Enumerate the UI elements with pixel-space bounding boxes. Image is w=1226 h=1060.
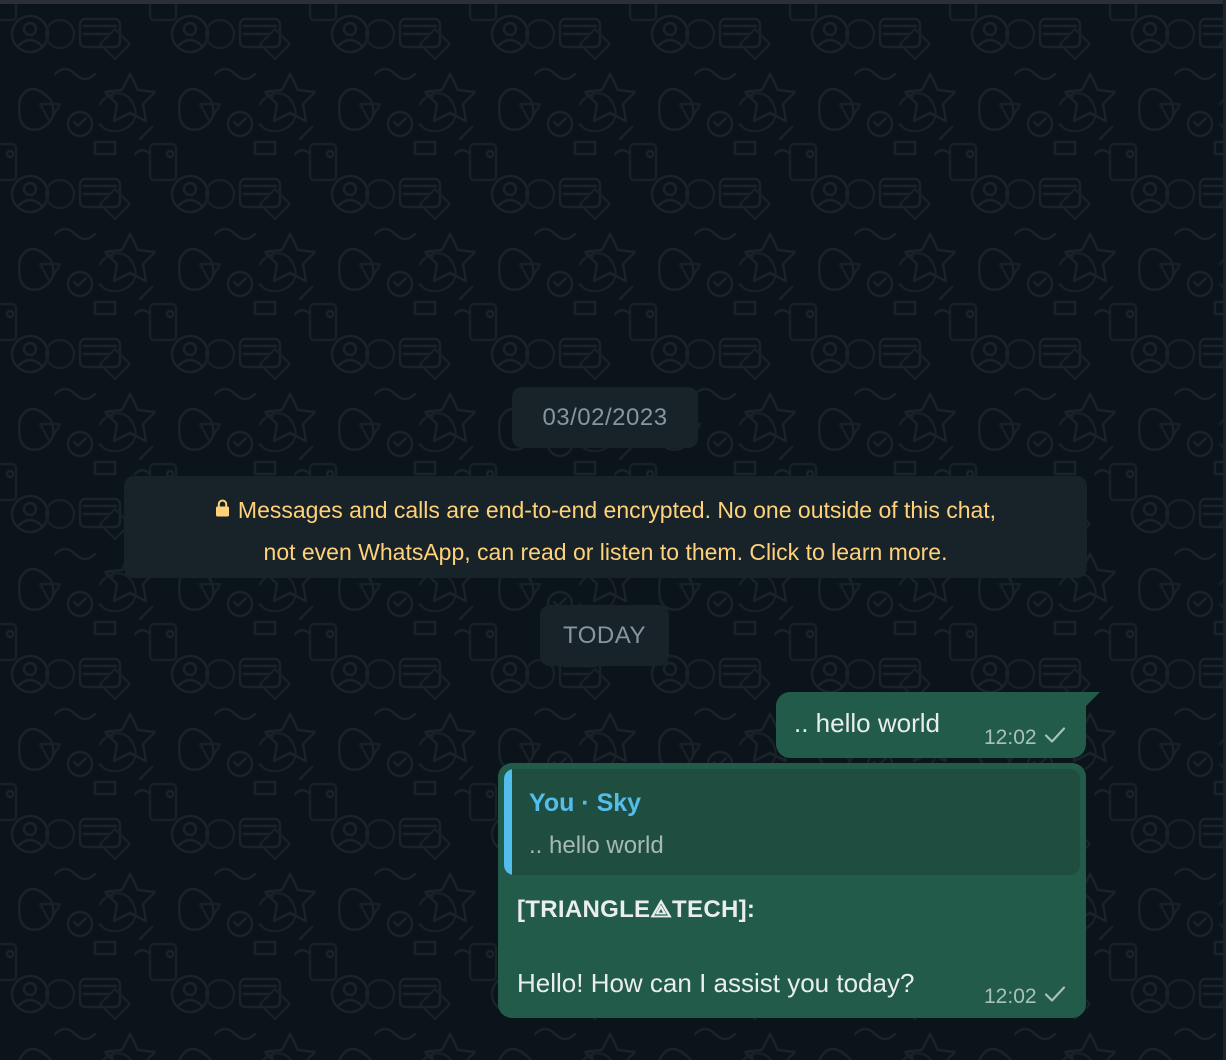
bot-tag: [TRIANGLE⟁TECH]:: [517, 896, 756, 923]
encryption-notice-line2: not even WhatsApp, can read or listen to…: [263, 539, 948, 565]
encryption-notice-line1: Messages and calls are end-to-end encryp…: [237, 497, 997, 523]
quote-author: You · Sky: [529, 789, 642, 817]
date-separator: 03/02/2023: [512, 387, 698, 448]
outgoing-message[interactable]: .. hello world 12:02: [776, 692, 1086, 758]
chat-panel: 03/02/2023 Messages and calls are end-to…: [0, 0, 1226, 1060]
message-text: Hello! How can I assist you today?: [517, 968, 915, 998]
bubble-tail: [1084, 692, 1100, 708]
message-meta: 12:02: [984, 985, 1067, 1009]
date-separator-today: TODAY: [540, 605, 669, 666]
message-time: 12:02: [984, 726, 1037, 749]
lock-icon: [215, 488, 230, 530]
quote-accent-bar: [504, 769, 512, 875]
single-check-icon: [1043, 726, 1067, 750]
message-text: .. hello world: [794, 708, 940, 738]
quote-text: .. hello world: [529, 832, 664, 859]
message-time: 12:02: [984, 985, 1037, 1008]
quoted-message[interactable]: You · Sky .. hello world: [504, 769, 1080, 875]
message-meta: 12:02: [984, 726, 1067, 750]
outgoing-reply-message[interactable]: You · Sky .. hello world [TRIANGLE⟁TECH]…: [498, 763, 1086, 1018]
single-check-icon: [1043, 985, 1067, 1009]
encryption-notice[interactable]: Messages and calls are end-to-end encryp…: [124, 476, 1087, 578]
